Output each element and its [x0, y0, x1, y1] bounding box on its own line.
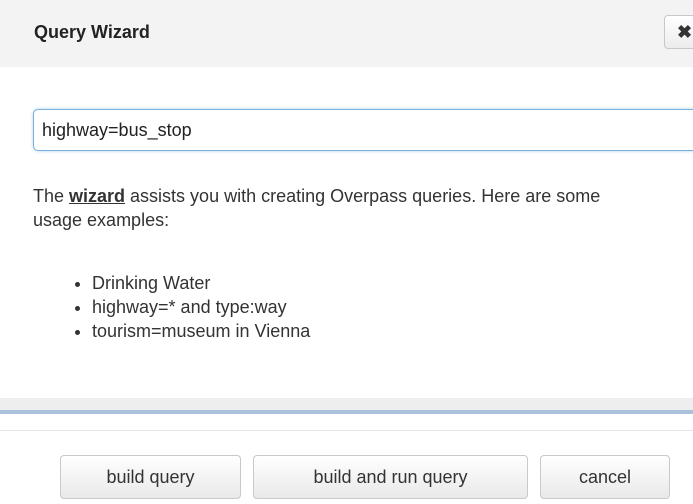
build-and-run-query-button[interactable]: build and run query — [253, 455, 528, 499]
example-item-tourism-museum: tourism=museum in Vienna — [92, 319, 310, 343]
footer-band — [0, 398, 693, 410]
footer-separator — [0, 430, 693, 431]
close-icon: ✖ — [677, 22, 693, 42]
example-item-drinking-water: Drinking Water — [92, 271, 310, 295]
description-prefix: The — [33, 186, 70, 206]
dialog-title: Query Wizard — [34, 22, 150, 42]
dialog-header: Query Wizard — [0, 0, 693, 67]
cancel-button[interactable]: cancel — [540, 455, 670, 499]
example-item-highway-way: highway=* and type:way — [92, 295, 310, 319]
footer-divider — [0, 410, 693, 414]
wizard-link[interactable]: wizard — [69, 186, 125, 206]
close-button[interactable]: ✖ — [664, 15, 693, 49]
wizard-description: The wizard assists you with creating Ove… — [33, 184, 653, 232]
query-input[interactable] — [33, 109, 693, 151]
query-wizard-dialog: Query Wizard ✖ The wizard assists you wi… — [0, 0, 693, 504]
usage-examples-list: Drinking Water highway=* and type:way to… — [70, 271, 310, 343]
build-query-button[interactable]: build query — [60, 455, 241, 499]
